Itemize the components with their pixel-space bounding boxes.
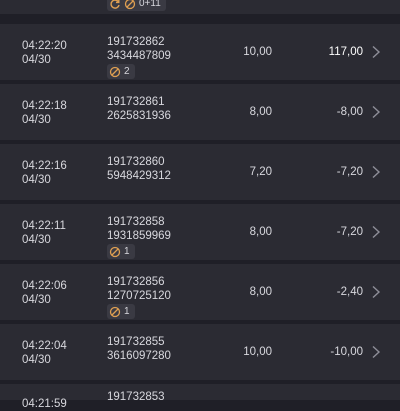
row-profit-loss: -10,00 bbox=[330, 346, 363, 358]
list-item[interactable]: 04:22:16 04/30 191732860 5948429312 7,20 -7,2… bbox=[0, 144, 400, 200]
row-stake: 10,00 bbox=[243, 46, 272, 58]
chevron-right-icon[interactable] bbox=[371, 225, 381, 239]
row-profit-loss: -7,20 bbox=[336, 226, 363, 238]
row-time: 04:22:18 bbox=[22, 100, 67, 112]
cancel-icon bbox=[109, 306, 121, 317]
badge-count: 2 bbox=[124, 66, 130, 77]
chevron-right-icon[interactable] bbox=[371, 285, 381, 299]
chevron-right-icon[interactable] bbox=[371, 345, 381, 359]
cancel-icon bbox=[124, 0, 136, 9]
row-time: 04:22:20 bbox=[22, 40, 67, 52]
row-time: 04:21:59 bbox=[22, 398, 67, 410]
row-stake: 8,00 bbox=[249, 226, 272, 238]
row-timestamp: 04:22:20 04/30 bbox=[22, 39, 67, 67]
row-id-secondary: 3434487809 bbox=[107, 50, 171, 62]
row-id-primary: 191732860 bbox=[107, 156, 165, 168]
row-id-secondary: 3616097280 bbox=[107, 350, 171, 362]
row-stake: 8,00 bbox=[249, 286, 272, 298]
row-date: 04/30 bbox=[22, 114, 51, 126]
row-id-secondary: 2625831936 bbox=[107, 110, 171, 122]
row-profit-loss: -7,20 bbox=[336, 166, 363, 178]
row-timestamp: 04:22:18 04/30 bbox=[22, 99, 67, 127]
row-timestamp: 04:22:06 04/30 bbox=[22, 279, 67, 307]
row-id-primary: 191732861 bbox=[107, 96, 165, 108]
row-profit-loss: 117,00 bbox=[328, 46, 363, 58]
row-ids: 191732862 3434487809 bbox=[107, 35, 171, 63]
row-id-primary: 191732856 bbox=[107, 276, 165, 288]
row-date: 04/30 bbox=[22, 174, 51, 186]
row-id-secondary: 1931859969 bbox=[107, 230, 171, 242]
status-badge: 1 bbox=[107, 244, 135, 259]
row-stake: 8,00 bbox=[249, 106, 272, 118]
status-badge: 1 bbox=[107, 304, 135, 319]
row-ids: 191732858 1931859969 bbox=[107, 215, 171, 243]
list-item[interactable]: 04:22:20 04/30 191732862 3434487809 2 10,00 11… bbox=[0, 24, 400, 80]
row-id-primary: 191732855 bbox=[107, 336, 165, 348]
list-item[interactable]: 04:22:11 04/30 191732858 1931859969 1 8,00 -7,… bbox=[0, 204, 400, 260]
row-id-secondary: 1270725120 bbox=[107, 290, 171, 302]
list-item-partial-bottom[interactable]: 04:21:59 191732853 bbox=[0, 384, 400, 410]
row-timestamp: 04:22:16 04/30 bbox=[22, 159, 67, 187]
refresh-icon bbox=[110, 0, 120, 9]
chevron-right-icon[interactable] bbox=[371, 105, 381, 119]
chevron-right-icon[interactable] bbox=[371, 45, 381, 59]
row-ids: 191732855 3616097280 bbox=[107, 335, 171, 363]
row-stake: 7,20 bbox=[249, 166, 272, 178]
row-date: 04/30 bbox=[22, 294, 51, 306]
row-stake: 10,00 bbox=[243, 346, 272, 358]
chevron-right-icon[interactable] bbox=[371, 165, 381, 179]
status-badge: 2 bbox=[107, 64, 135, 79]
cancel-icon bbox=[109, 246, 121, 257]
row-timestamp: 04:22:11 04/30 bbox=[22, 219, 66, 247]
cancel-icon bbox=[109, 66, 121, 77]
row-time: 04:22:06 bbox=[22, 280, 67, 292]
row-ids: 191732856 1270725120 bbox=[107, 275, 171, 303]
row-id-secondary: 5948429312 bbox=[107, 170, 171, 182]
row-timestamp: 04:22:04 04/30 bbox=[22, 339, 67, 367]
row-id: 191732853 bbox=[107, 391, 165, 403]
row-profit-loss: -2,40 bbox=[336, 286, 363, 298]
row-time: 04:22:04 bbox=[22, 340, 67, 352]
list-item-partial-top[interactable]: 0+11 bbox=[0, 0, 400, 14]
row-ids: 191732861 2625831936 bbox=[107, 95, 171, 123]
row-ids: 191732860 5948429312 bbox=[107, 155, 171, 183]
badge-count: 1 bbox=[124, 246, 130, 257]
list-item[interactable]: 04:22:18 04/30 191732861 2625831936 8,00 -8,0… bbox=[0, 84, 400, 140]
list-item[interactable]: 04:22:04 04/30 191732855 3616097280 10,00 -10… bbox=[0, 324, 400, 380]
badge-count: 0+11 bbox=[139, 0, 161, 9]
row-id-primary: 191732862 bbox=[107, 36, 165, 48]
row-date: 04/30 bbox=[22, 354, 51, 366]
row-profit-loss: -8,00 bbox=[336, 106, 363, 118]
row-date: 04/30 bbox=[22, 234, 51, 246]
row-time: 04:22:11 bbox=[22, 220, 66, 232]
row-id-primary: 191732858 bbox=[107, 216, 165, 228]
status-badge: 0+11 bbox=[107, 0, 166, 11]
row-date: 04/30 bbox=[22, 54, 51, 66]
badge-count: 1 bbox=[124, 306, 130, 317]
row-time: 04:22:16 bbox=[22, 160, 67, 172]
list-item[interactable]: 04:22:06 04/30 191732856 1270725120 1 8,00 -2,… bbox=[0, 264, 400, 320]
